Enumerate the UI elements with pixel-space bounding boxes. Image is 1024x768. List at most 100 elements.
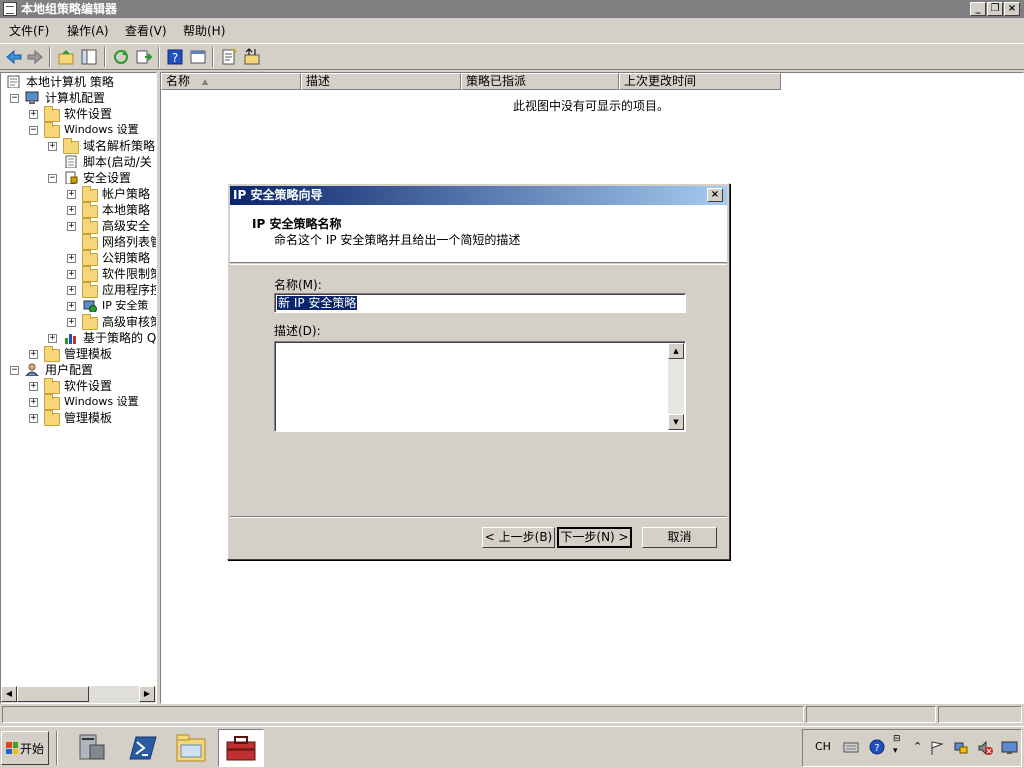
- expand-icon[interactable]: +: [67, 222, 76, 231]
- display-icon[interactable]: [1001, 740, 1019, 756]
- tree-root[interactable]: 本地计算机 策略: [5, 74, 155, 90]
- action-center-flag-icon[interactable]: [929, 740, 945, 756]
- network-icon[interactable]: [953, 740, 969, 756]
- language-indicator[interactable]: CH: [815, 740, 831, 753]
- folder-icon: [44, 122, 60, 138]
- policy-editor-taskbar-button[interactable]: [218, 729, 264, 767]
- expand-icon[interactable]: +: [29, 350, 38, 359]
- show-hide-tree-icon[interactable]: [79, 47, 99, 67]
- menu-file[interactable]: 文件(F): [9, 24, 49, 38]
- expand-icon[interactable]: +: [67, 318, 76, 327]
- expand-icon[interactable]: +: [29, 382, 38, 391]
- tree-horizontal-scrollbar[interactable]: ◀ ▶: [1, 686, 156, 703]
- collapse-icon[interactable]: −: [10, 94, 19, 103]
- dialog-title-bar[interactable]: IP 安全策略向导 ×: [230, 186, 727, 205]
- options-icon[interactable]: ⊟: [893, 734, 901, 744]
- tree-item-user-software-settings[interactable]: + 软件设置: [1, 378, 156, 394]
- tree-item-network-list-manager[interactable]: 网络列表管: [1, 234, 156, 250]
- tree-item-local-policies[interactable]: + 本地策略: [1, 202, 156, 218]
- folder-icon: [82, 218, 98, 234]
- refresh-icon[interactable]: [111, 47, 131, 67]
- tree-item-software-restriction[interactable]: + 软件限制策: [1, 266, 156, 282]
- policy-description-textarea[interactable]: ▲ ▼: [274, 341, 686, 432]
- new-policy-icon[interactable]: [219, 47, 239, 67]
- close-button[interactable]: ×: [1004, 2, 1020, 16]
- tree-item-user-windows-settings[interactable]: + Windows 设置: [1, 394, 156, 410]
- tree-item-user-config[interactable]: − 用户配置: [1, 362, 156, 378]
- up-folder-icon[interactable]: [56, 47, 76, 67]
- expand-icon[interactable]: +: [48, 334, 57, 343]
- help-icon[interactable]: ?: [165, 47, 185, 67]
- column-header-assigned[interactable]: 策略已指派: [461, 73, 619, 90]
- scroll-up-icon[interactable]: ▲: [668, 343, 684, 359]
- description-scrollbar[interactable]: ▲ ▼: [668, 343, 684, 430]
- tree-item-software-settings[interactable]: + 软件设置: [1, 106, 156, 122]
- properties-pane-icon[interactable]: [188, 47, 208, 67]
- next-button[interactable]: 下一步(N) >: [557, 527, 632, 548]
- start-button[interactable]: 开始: [1, 731, 49, 765]
- expand-icon[interactable]: +: [67, 206, 76, 215]
- help-icon[interactable]: ?: [869, 739, 885, 755]
- volume-muted-icon[interactable]: [977, 740, 993, 756]
- minimize-button[interactable]: _: [970, 2, 986, 16]
- keyboard-icon[interactable]: [843, 740, 859, 754]
- tree-item-ip-security[interactable]: + IP 安全策: [1, 298, 156, 314]
- console-tree[interactable]: 本地计算机 策略 − 计算机配置 + 软件设置 − Windows 设置 + 域…: [0, 72, 157, 704]
- chevron-up-icon[interactable]: ⌃: [913, 740, 922, 753]
- tree-item-user-admin-templates[interactable]: + 管理模板: [1, 410, 156, 426]
- expand-icon[interactable]: +: [67, 270, 76, 279]
- tree-item-scripts[interactable]: 脚本(启动/关: [1, 154, 156, 170]
- back-arrow-icon[interactable]: [4, 47, 24, 67]
- policy-name-input[interactable]: 新 IP 安全策略: [274, 293, 686, 313]
- expand-icon[interactable]: +: [29, 414, 38, 423]
- server-manager-icon[interactable]: [72, 729, 112, 767]
- tree-item-name-resolution-policy[interactable]: + 域名解析策略: [1, 138, 156, 154]
- tree-item-advanced-audit[interactable]: + 高级审核策: [1, 314, 156, 330]
- status-cell: [806, 706, 936, 723]
- tree-item-admin-templates[interactable]: + 管理模板: [1, 346, 156, 362]
- cancel-button[interactable]: 取消: [642, 527, 717, 548]
- window-title-bar[interactable]: 本地组策略编辑器 _ ❐ ×: [0, 0, 1024, 18]
- menu-view[interactable]: 查看(V): [125, 24, 167, 38]
- column-header-last-modified[interactable]: 上次更改时间: [619, 73, 781, 90]
- expand-icon[interactable]: +: [67, 254, 76, 263]
- column-header-name[interactable]: 名称 ▲: [161, 73, 301, 90]
- collapse-icon[interactable]: −: [29, 126, 38, 135]
- empty-list-message: 此视图中没有可显示的项目。: [513, 99, 670, 113]
- collapse-icon[interactable]: −: [48, 174, 57, 183]
- expand-icon[interactable]: +: [67, 190, 76, 199]
- expand-icon[interactable]: +: [67, 302, 76, 311]
- tree-item-advanced-security[interactable]: + 高级安全: [1, 218, 156, 234]
- tree-item-windows-settings[interactable]: − Windows 设置: [1, 122, 156, 138]
- dialog-close-button[interactable]: ×: [707, 188, 723, 202]
- scroll-right-icon[interactable]: ▶: [139, 686, 155, 702]
- tree-item-policy-based-qos[interactable]: + 基于策略的 Q: [1, 330, 156, 346]
- tree-item-security-settings[interactable]: − 安全设置: [1, 170, 156, 186]
- import-export-icon[interactable]: [242, 47, 262, 67]
- expand-icon[interactable]: +: [67, 286, 76, 295]
- back-button[interactable]: < 上一步(B): [482, 527, 555, 548]
- policy-editor-icon: [3, 2, 17, 16]
- tree-item-account-policies[interactable]: + 帐户策略: [1, 186, 156, 202]
- collapse-icon[interactable]: −: [10, 366, 19, 375]
- scroll-down-icon[interactable]: ▼: [668, 414, 684, 430]
- tree-item-public-key-policies[interactable]: + 公钥策略: [1, 250, 156, 266]
- export-list-icon[interactable]: [134, 47, 154, 67]
- expand-icon[interactable]: +: [48, 142, 57, 151]
- toolbar-separator: [212, 47, 214, 67]
- menu-help[interactable]: 帮助(H): [183, 24, 225, 38]
- chevron-down-icon[interactable]: ▾: [893, 746, 898, 756]
- scroll-thumb[interactable]: [17, 686, 89, 702]
- column-header-description[interactable]: 描述: [301, 73, 461, 90]
- powershell-icon[interactable]: [122, 729, 162, 767]
- forward-arrow-icon[interactable]: [25, 47, 45, 67]
- tree-item-application-control[interactable]: + 应用程序控: [1, 282, 156, 298]
- name-label: 名称(M):: [274, 278, 322, 292]
- restore-button[interactable]: ❐: [987, 2, 1003, 16]
- tree-item-computer-config[interactable]: − 计算机配置: [1, 90, 156, 106]
- scroll-left-icon[interactable]: ◀: [1, 686, 17, 702]
- menu-action[interactable]: 操作(A): [67, 24, 109, 38]
- explorer-icon[interactable]: [171, 729, 211, 767]
- expand-icon[interactable]: +: [29, 398, 38, 407]
- expand-icon[interactable]: +: [29, 110, 38, 119]
